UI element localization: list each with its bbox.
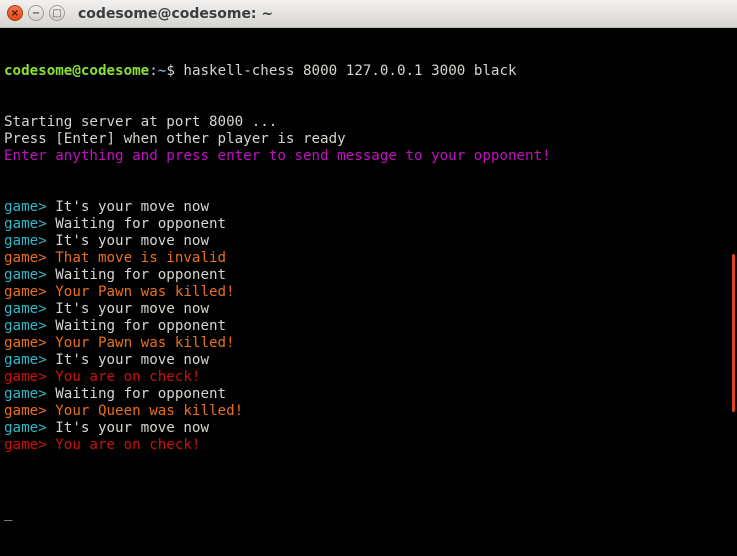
game-line: game> It's your move now [4,233,727,250]
game-line: game> Waiting for opponent [4,386,727,403]
prompt-symbol: $ [166,63,184,79]
game-message: That move is invalid [55,250,227,266]
game-prefix: game> [4,403,56,419]
maximize-button[interactable]: □ [49,5,65,21]
game-prefix: game> [4,318,56,334]
output-line: Enter anything and press enter to send m… [4,148,551,164]
game-message: Waiting for opponent [55,267,227,283]
output-line: Starting server at port 8000 ... [4,114,278,130]
game-message: You are on check! [55,437,201,453]
game-message: You are on check! [55,369,201,385]
game-message: Your Queen was killed! [55,403,244,419]
output-line: Press [Enter] when other player is ready [4,131,346,147]
terminal-cursor: _ [4,505,13,521]
game-line: game> It's your move now [4,199,727,216]
game-line: game> Your Queen was killed! [4,403,727,420]
game-prefix: game> [4,335,56,351]
game-message: It's your move now [55,233,209,249]
game-line: game> You are on check! [4,437,727,454]
prompt-line: codesome@codesome:~$ haskell-chess 8000 … [4,63,727,80]
game-line: game> That move is invalid [4,250,727,267]
game-line: game> It's your move now [4,301,727,318]
game-line: game> You are on check! [4,369,727,386]
game-prefix: game> [4,199,56,215]
game-line: game> Your Pawn was killed! [4,335,727,352]
game-message: Waiting for opponent [55,318,227,334]
game-message: It's your move now [55,301,209,317]
scrollbar[interactable] [732,254,735,412]
game-message: Your Pawn was killed! [55,284,235,300]
game-prefix: game> [4,284,56,300]
game-prefix: game> [4,386,56,402]
game-prefix: game> [4,352,56,368]
game-line: game> It's your move now [4,420,727,437]
game-message: It's your move now [55,420,209,436]
game-prefix: game> [4,267,56,283]
game-prefix: game> [4,420,56,436]
game-message: Waiting for opponent [55,386,227,402]
game-prefix: game> [4,233,56,249]
terminal-window: × − □ codesome@codesome: ~ codesome@code… [0,0,737,521]
game-prefix: game> [4,250,56,266]
prompt-separator: : [149,63,158,79]
title-bar[interactable]: × − □ codesome@codesome: ~ [0,0,737,28]
game-prefix: game> [4,216,56,232]
game-line: game> Your Pawn was killed! [4,284,727,301]
game-line: game> Waiting for opponent [4,216,727,233]
game-message: It's your move now [55,199,209,215]
game-line: game> Waiting for opponent [4,267,727,284]
game-prefix: game> [4,437,56,453]
game-message: It's your move now [55,352,209,368]
game-message: Your Pawn was killed! [55,335,235,351]
game-line: game> Waiting for opponent [4,318,727,335]
game-prefix: game> [4,369,56,385]
game-log: game> It's your move now game> Waiting fo… [4,199,727,454]
game-prefix: game> [4,301,56,317]
prompt-user-host: codesome@codesome [4,63,150,79]
game-message: Waiting for opponent [55,216,227,232]
close-button[interactable]: × [7,5,23,21]
minimize-button[interactable]: − [28,5,44,21]
prompt-command: haskell-chess 8000 127.0.0.1 3000 black [183,63,517,79]
game-line: game> It's your move now [4,352,727,369]
terminal-output[interactable]: codesome@codesome:~$ haskell-chess 8000 … [4,29,727,556]
window-title: codesome@codesome: ~ [78,6,274,22]
output-block: Starting server at port 8000 ... Press [E… [4,114,727,165]
